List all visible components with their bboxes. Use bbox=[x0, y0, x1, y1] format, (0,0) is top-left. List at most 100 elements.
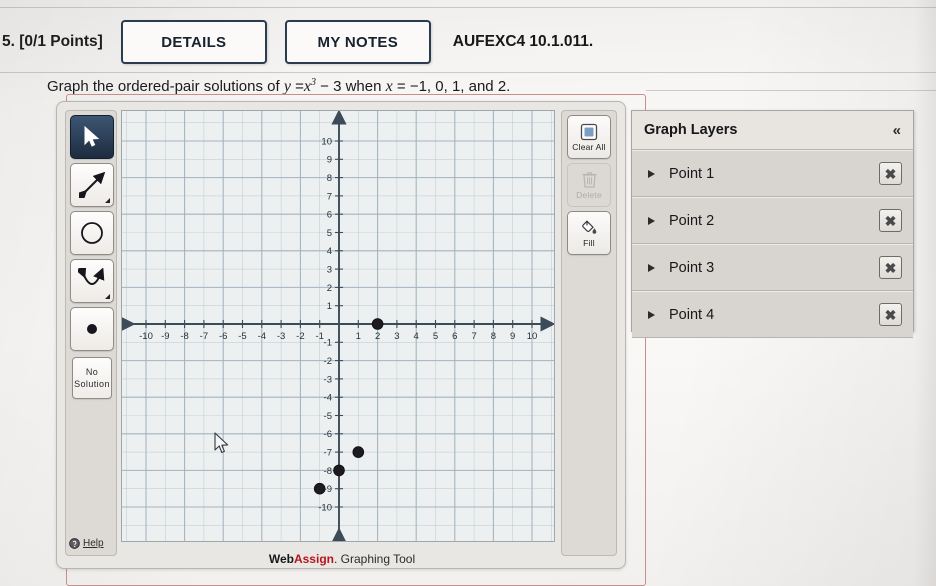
prompt-eq-y: y bbox=[283, 78, 291, 95]
details-button[interactable]: DETAILS bbox=[120, 20, 267, 64]
drawing-toolbar: No Solution Help bbox=[65, 110, 117, 556]
prompt-eq-x: x bbox=[303, 78, 311, 95]
delete-layer-button[interactable]: ✖ bbox=[879, 162, 902, 185]
circle-tool-button[interactable] bbox=[70, 211, 114, 255]
line-tool-options-corner[interactable] bbox=[105, 198, 110, 203]
brand-web: Web bbox=[268, 552, 294, 566]
svg-text:10: 10 bbox=[321, 136, 332, 147]
svg-text:8: 8 bbox=[491, 331, 496, 342]
paint-bucket-icon bbox=[582, 219, 597, 234]
graph-layers-panel: Graph Layers « Point 1 ✖ Point 2 ✖ Point… bbox=[631, 110, 914, 338]
svg-text:2: 2 bbox=[327, 283, 332, 294]
svg-text:-6: -6 bbox=[324, 429, 332, 440]
brand-graphing-tool: . Graphing Tool bbox=[333, 552, 416, 566]
svg-text:4: 4 bbox=[327, 246, 332, 257]
prompt-text-2: when bbox=[345, 78, 382, 95]
layer-row-point-2[interactable]: Point 2 ✖ bbox=[632, 197, 913, 244]
delete-layer-button[interactable]: ✖ bbox=[879, 303, 902, 326]
fill-button[interactable]: Fill bbox=[567, 211, 611, 255]
no-solution-line-2: Solution bbox=[74, 379, 110, 389]
svg-text:-8: -8 bbox=[324, 466, 332, 477]
collapse-panel-icon[interactable]: « bbox=[893, 122, 901, 139]
coordinate-grid: -10 -9 -8 -7 -6 -5 -4 -3 -2 -1 1 2 3 4 5 6 7 8 9 10 10 9 8 7 6 5 4… bbox=[122, 111, 554, 541]
parabola-tool-options-corner[interactable] bbox=[105, 294, 110, 299]
point-tool-button[interactable] bbox=[70, 307, 114, 351]
svg-text:-7: -7 bbox=[324, 448, 332, 459]
clear-all-label: Clear All bbox=[572, 141, 606, 152]
no-solution-button[interactable]: No Solution bbox=[72, 357, 112, 399]
layer-row-point-1[interactable]: Point 1 ✖ bbox=[632, 150, 913, 197]
svg-text:6: 6 bbox=[452, 331, 457, 342]
svg-text:1: 1 bbox=[356, 331, 361, 342]
svg-text:6: 6 bbox=[327, 210, 332, 221]
svg-text:-5: -5 bbox=[238, 331, 246, 342]
disclosure-triangle-icon[interactable] bbox=[648, 216, 655, 225]
svg-text:3: 3 bbox=[327, 265, 332, 276]
svg-text:-4: -4 bbox=[258, 331, 266, 342]
svg-text:1: 1 bbox=[327, 301, 332, 312]
svg-text:9: 9 bbox=[327, 155, 332, 166]
svg-text:-3: -3 bbox=[324, 374, 332, 385]
svg-text:-4: -4 bbox=[324, 393, 332, 404]
layer-row-point-3[interactable]: Point 3 ✖ bbox=[632, 244, 913, 291]
point-dot-icon bbox=[87, 324, 97, 334]
svg-text:-2: -2 bbox=[296, 331, 304, 342]
svg-text:9: 9 bbox=[510, 331, 515, 342]
layer-label: Point 1 bbox=[669, 165, 715, 182]
svg-text:7: 7 bbox=[327, 191, 332, 202]
graph-plot-area[interactable]: -10 -9 -8 -7 -6 -5 -4 -3 -2 -1 1 2 3 4 5 6 7 8 9 10 10 9 8 7 6 5 4… bbox=[121, 110, 555, 542]
action-toolbar: Clear All Delete Fill bbox=[561, 110, 617, 556]
line-segment-icon bbox=[79, 172, 105, 198]
tool-footer-brand: WebAssign. Graphing Tool bbox=[57, 552, 627, 566]
svg-text:8: 8 bbox=[327, 173, 332, 184]
question-points: 5. [0/1 Points] bbox=[2, 33, 103, 50]
svg-text:-10: -10 bbox=[318, 502, 332, 513]
line-tool-button[interactable] bbox=[70, 163, 114, 207]
trash-icon bbox=[582, 171, 596, 188]
prompt-text-1: Graph the ordered-pair solutions of bbox=[47, 78, 280, 95]
svg-text:-9: -9 bbox=[161, 331, 169, 342]
delete-layer-button[interactable]: ✖ bbox=[879, 209, 902, 232]
svg-text:3: 3 bbox=[394, 331, 399, 342]
parabola-tool-button[interactable] bbox=[70, 259, 114, 303]
page-rule bbox=[646, 90, 936, 91]
svg-text:-10: -10 bbox=[139, 331, 153, 342]
disclosure-triangle-icon[interactable] bbox=[648, 263, 655, 272]
brand-assign: Assign bbox=[293, 552, 334, 566]
layer-row-point-4[interactable]: Point 4 ✖ bbox=[632, 291, 913, 338]
layer-label: Point 4 bbox=[669, 306, 715, 323]
svg-text:2: 2 bbox=[375, 331, 380, 342]
fill-label: Fill bbox=[583, 237, 595, 248]
prompt-var-x: x bbox=[385, 78, 393, 95]
no-solution-line-1: No bbox=[85, 367, 99, 377]
prompt-eq-exponent: 3 bbox=[310, 77, 316, 88]
svg-text:10: 10 bbox=[527, 331, 538, 342]
svg-text:-3: -3 bbox=[277, 331, 285, 342]
page-rule bbox=[0, 7, 936, 8]
cursor-arrow-icon bbox=[84, 126, 100, 147]
layer-label: Point 2 bbox=[669, 212, 715, 229]
select-tool-button[interactable] bbox=[70, 115, 114, 159]
help-label: Help bbox=[83, 538, 104, 549]
disclosure-triangle-icon[interactable] bbox=[648, 310, 655, 319]
svg-text:-6: -6 bbox=[219, 331, 227, 342]
delete-button[interactable]: Delete bbox=[567, 163, 611, 207]
prompt-values: = −1, 0, 1, and 2. bbox=[396, 78, 511, 95]
clear-all-button[interactable]: Clear All bbox=[567, 115, 611, 159]
question-header: 5. [0/1 Points] DETAILS MY NOTES AUFEXC4… bbox=[0, 16, 936, 68]
my-notes-button[interactable]: MY NOTES bbox=[284, 20, 431, 64]
page-rule bbox=[0, 72, 936, 73]
svg-text:5: 5 bbox=[433, 331, 438, 342]
svg-text:7: 7 bbox=[471, 331, 476, 342]
svg-text:-7: -7 bbox=[200, 331, 208, 342]
delete-layer-button[interactable]: ✖ bbox=[879, 256, 902, 279]
svg-text:-1: -1 bbox=[324, 338, 332, 349]
graph-layers-title: Graph Layers bbox=[644, 122, 738, 138]
prompt-eq-minus: − 3 bbox=[320, 78, 342, 95]
circle-icon bbox=[81, 222, 103, 244]
help-link[interactable]: Help bbox=[69, 538, 115, 549]
page-edge-shadow bbox=[914, 0, 936, 586]
prompt-eq-equals: = bbox=[295, 78, 304, 95]
disclosure-triangle-icon[interactable] bbox=[648, 169, 655, 178]
clear-all-icon bbox=[580, 123, 598, 140]
